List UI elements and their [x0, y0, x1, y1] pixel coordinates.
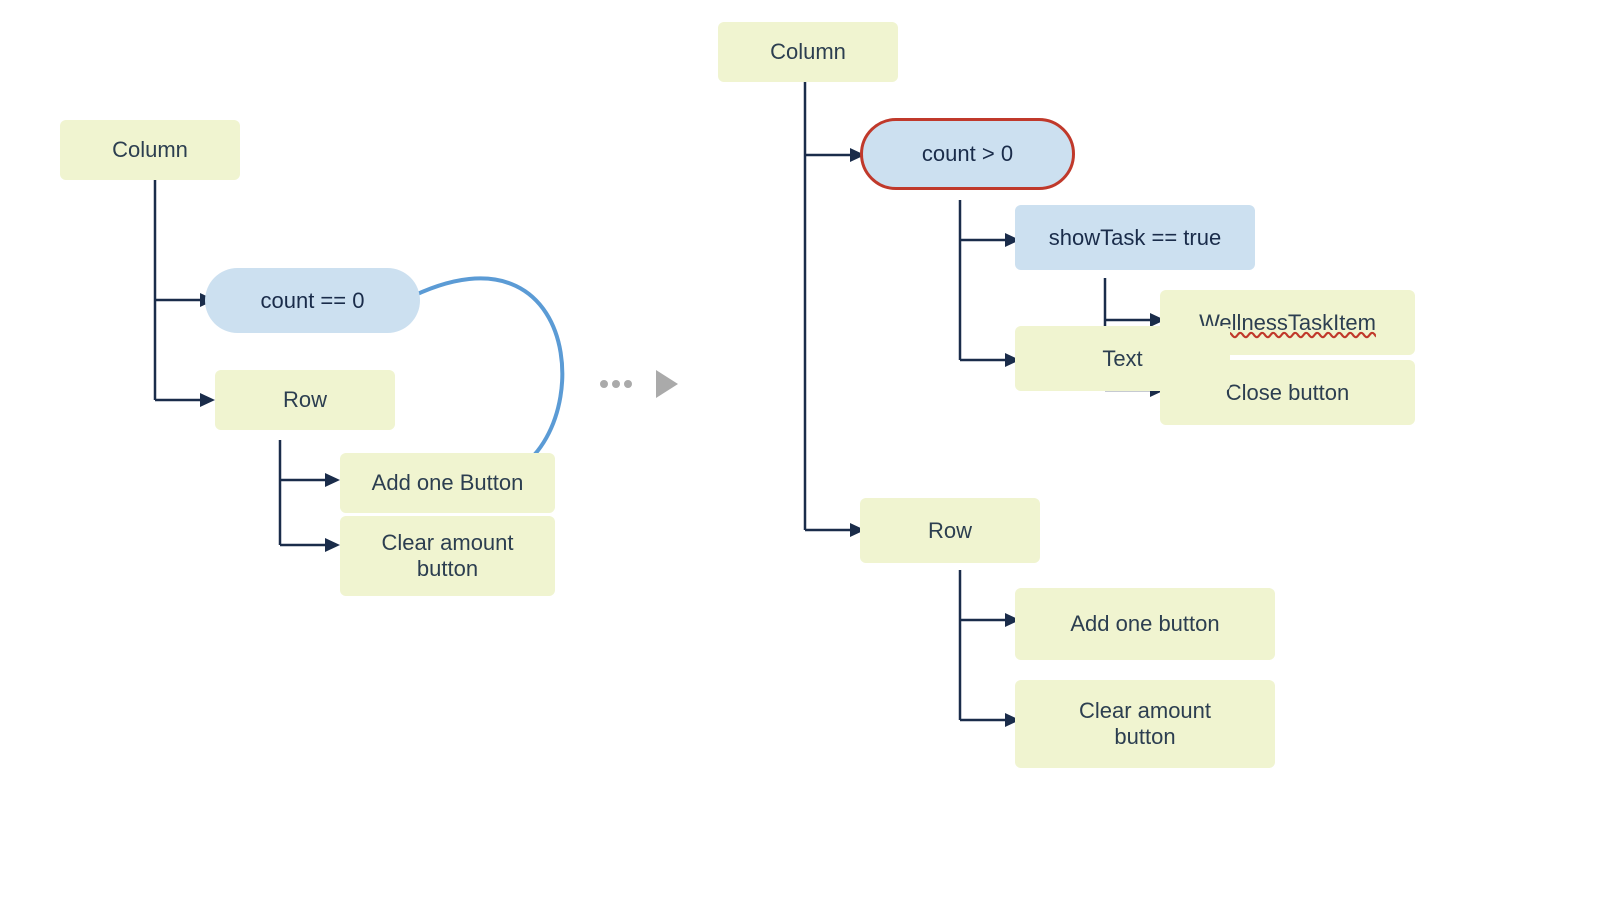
- right-show-task-node: showTask == true: [1015, 205, 1255, 270]
- left-count-eq0-node: count == 0: [205, 268, 420, 333]
- left-row-node: Row: [215, 370, 395, 430]
- right-add-one-button-node: Add one button: [1015, 588, 1275, 660]
- right-row-node: Row: [860, 498, 1040, 563]
- left-add-one-button-node: Add one Button: [340, 453, 555, 513]
- divider-arrow: [600, 370, 678, 398]
- right-text-node: Text: [1015, 326, 1230, 391]
- left-clear-amount-node: Clear amount button: [340, 516, 555, 596]
- left-column-node: Column: [60, 120, 240, 180]
- right-column-node: Column: [718, 22, 898, 82]
- right-clear-amount-node: Clear amount button: [1015, 680, 1275, 768]
- right-count-gt0-node: count > 0: [860, 118, 1075, 190]
